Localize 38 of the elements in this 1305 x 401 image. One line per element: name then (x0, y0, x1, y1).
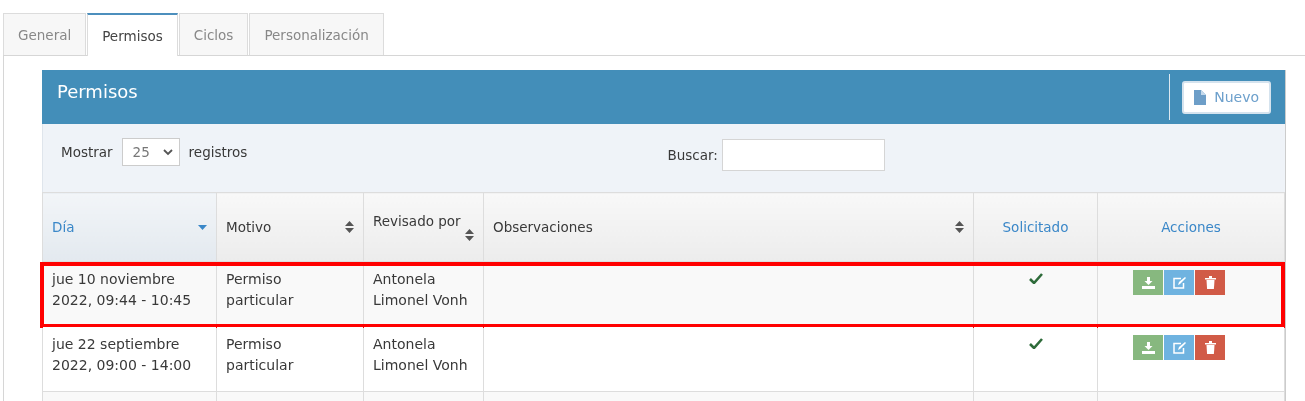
document-icon (1194, 89, 1207, 105)
download-icon (1141, 276, 1155, 289)
search-field[interactable] (721, 139, 885, 171)
edit-icon (1172, 341, 1186, 354)
edit-icon (1172, 276, 1186, 289)
sort-down-icon (198, 224, 207, 230)
column-header[interactable]: Acciones (1097, 192, 1285, 262)
column-header[interactable]: Observaciones (483, 192, 974, 262)
trash-icon (1204, 276, 1216, 289)
sort-icon (345, 221, 354, 233)
table-cell: Permiso particular (216, 326, 364, 392)
new-button[interactable]: Nuevo (1182, 80, 1271, 114)
column-header[interactable]: Motivo (216, 192, 364, 262)
tab[interactable]: Permisos (87, 13, 178, 56)
sort-icon (465, 229, 474, 241)
edit-button[interactable] (1164, 270, 1194, 295)
table-cell: jue 22 septiembre 2022, 09:00 - 14:00 (42, 326, 217, 392)
download-button[interactable] (1133, 270, 1163, 295)
column-header[interactable]: Día (42, 192, 217, 262)
tab[interactable]: General (3, 13, 87, 55)
edit-button[interactable] (1164, 335, 1194, 360)
download-icon (1141, 341, 1155, 354)
search-label: Buscar: (667, 147, 718, 163)
column-header[interactable]: Revisado por (363, 192, 484, 262)
show-label: Mostrar (61, 144, 113, 160)
delete-button[interactable] (1195, 270, 1225, 295)
tab[interactable]: Personalización (249, 13, 384, 55)
tab[interactable]: Ciclos (178, 13, 249, 55)
download-button[interactable] (1133, 335, 1163, 360)
chevron-down-icon (162, 148, 173, 156)
column-header[interactable]: Solicitado (973, 192, 1098, 262)
trash-icon (1204, 341, 1216, 354)
records-label: registros (188, 144, 248, 160)
panel-title: Permisos (57, 80, 138, 102)
page-size-select[interactable]: 25 (121, 138, 180, 166)
delete-button[interactable] (1195, 335, 1225, 360)
table-cell: Antonela Limonel Vonh (363, 326, 484, 392)
sort-icon (955, 221, 964, 233)
